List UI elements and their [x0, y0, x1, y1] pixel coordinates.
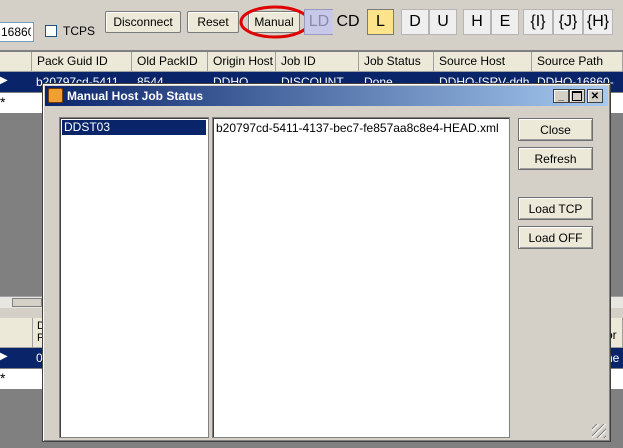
port-input[interactable]	[0, 22, 34, 42]
tcps-label: TCPS	[63, 24, 96, 38]
host-list[interactable]: DDST03	[59, 117, 209, 438]
file-list-item[interactable]: b20797cd-5411-4137-bec7-fe857aa8c8e4-HEA…	[216, 121, 499, 135]
highlight-circle-annotation	[239, 5, 311, 39]
minimize-icon[interactable]: _	[553, 89, 569, 103]
col-header-origin-host[interactable]: Origin Host	[208, 52, 276, 72]
load-tcp-button[interactable]: Load TCP	[518, 197, 593, 220]
i-braces-button[interactable]: {I}	[523, 9, 553, 35]
disconnect-button[interactable]: Disconnect	[105, 11, 181, 33]
cd-button[interactable]: CD	[333, 9, 363, 35]
lower-grid-corner	[0, 318, 33, 348]
row-arrow-icon: ▶	[0, 351, 8, 362]
host-list-item[interactable]: DDST03	[62, 120, 206, 135]
tcps-checkbox[interactable]	[45, 25, 57, 37]
resize-grip-icon[interactable]	[592, 424, 606, 438]
maximize-icon[interactable]	[569, 89, 585, 103]
col-header-pack-guid[interactable]: Pack Guid ID	[32, 52, 132, 72]
close-icon[interactable]: ✕	[587, 89, 603, 103]
e-button[interactable]: E	[491, 9, 519, 35]
col-header-job-status[interactable]: Job Status	[359, 52, 434, 72]
reset-button[interactable]: Reset	[187, 11, 239, 33]
col-header-source-host[interactable]: Source Host	[434, 52, 532, 72]
col-header-job-id[interactable]: Job ID	[276, 52, 359, 72]
refresh-button[interactable]: Refresh	[518, 147, 593, 170]
scroll-thumb[interactable]	[12, 298, 42, 307]
new-row-marker: *	[0, 370, 6, 386]
ld-button[interactable]: LD	[304, 9, 334, 35]
h-braces-button[interactable]: {H}	[583, 9, 613, 35]
u-button[interactable]: U	[429, 9, 457, 35]
dialog-titlebar[interactable]: Manual Host Job Status	[45, 86, 608, 106]
dialog-title: Manual Host Job Status	[67, 89, 204, 103]
h-button[interactable]: H	[463, 9, 491, 35]
col-header-source-path[interactable]: Source Path	[532, 52, 623, 72]
close-button[interactable]: Close	[518, 118, 593, 141]
file-list[interactable]: b20797cd-5411-4137-bec7-fe857aa8c8e4-HEA…	[212, 117, 510, 438]
new-row-marker: *	[0, 94, 6, 110]
d-button[interactable]: D	[401, 9, 429, 35]
grid-corner	[0, 52, 32, 72]
toolbar: TCPS Disconnect Reset Manual LD CD L D U…	[0, 0, 623, 44]
col-header-old-packid[interactable]: Old PackID	[132, 52, 208, 72]
l-button[interactable]: L	[367, 9, 394, 35]
load-off-button[interactable]: Load OFF	[518, 226, 593, 249]
dialog-app-icon	[48, 88, 63, 103]
row-arrow-icon: ▶	[0, 75, 8, 86]
j-braces-button[interactable]: {J}	[553, 9, 583, 35]
